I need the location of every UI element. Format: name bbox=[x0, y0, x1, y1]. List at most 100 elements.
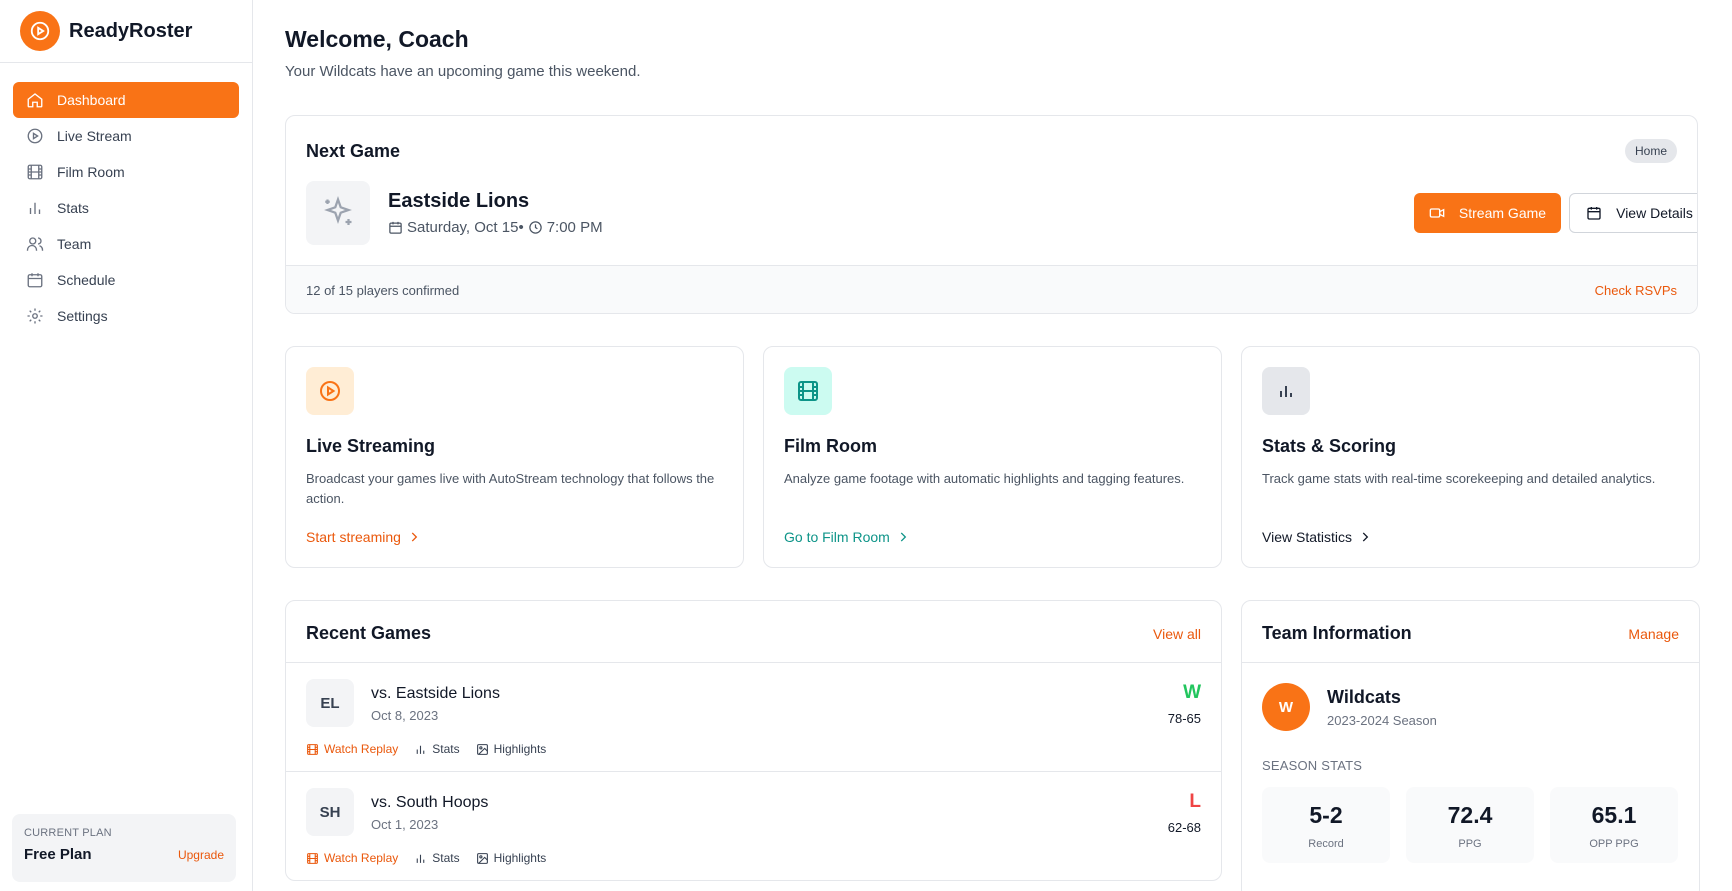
brand[interactable]: ReadyRoster bbox=[0, 0, 252, 63]
game-time: 7:00 PM bbox=[546, 219, 603, 236]
main-content: Welcome, Coach Your Wildcats have an upc… bbox=[253, 0, 1732, 891]
view-all-link[interactable]: View all bbox=[1153, 626, 1201, 642]
feature-link-label: Start streaming bbox=[306, 529, 401, 545]
upgrade-link[interactable]: Upgrade bbox=[178, 848, 224, 862]
recent-games-header: Recent Games View all bbox=[286, 601, 1221, 663]
stream-game-button[interactable]: Stream Game bbox=[1414, 193, 1561, 233]
opponent-avatar: EL bbox=[306, 679, 354, 727]
chevron-right-icon bbox=[411, 532, 418, 542]
app-name: ReadyRoster bbox=[69, 19, 193, 42]
sidebar-nav: Dashboard Live Stream Film Room Stats Te… bbox=[0, 63, 252, 334]
game-row[interactable]: SH vs. South Hoops Oct 1, 2023 L 62-68 W… bbox=[286, 772, 1221, 880]
feature-card-film-room: Film Room Analyze game footage with auto… bbox=[763, 346, 1222, 568]
calendar-icon bbox=[1587, 207, 1601, 220]
home-badge: Home bbox=[1624, 139, 1677, 163]
watch-replay-label: Watch Replay bbox=[324, 742, 399, 756]
team-information-card: Team Information Manage W Wildcats 2023-… bbox=[1241, 600, 1700, 891]
highlights-button[interactable]: Highlights bbox=[476, 851, 547, 865]
play-circle-icon bbox=[306, 367, 354, 415]
game-row[interactable]: EL vs. Eastside Lions Oct 8, 2023 W 78-6… bbox=[286, 663, 1221, 772]
next-game-card: Next Game Home Eastside Lions Saturday, … bbox=[285, 115, 1698, 314]
stat-label: Record bbox=[1308, 838, 1344, 850]
feature-description: Analyze game footage with automatic high… bbox=[784, 471, 1185, 486]
view-details-button[interactable]: View Details bbox=[1569, 193, 1697, 233]
stat-label: OPP PPG bbox=[1589, 838, 1639, 850]
game-stats-button[interactable]: Stats bbox=[414, 851, 460, 865]
game-date: Saturday, Oct 15• bbox=[407, 219, 524, 236]
sidebar-item-label: Settings bbox=[57, 308, 108, 324]
film-icon bbox=[784, 367, 832, 415]
feature-title: Film Room bbox=[784, 436, 877, 456]
stat-label: PPG bbox=[1458, 838, 1482, 850]
sidebar-item-label: Dashboard bbox=[57, 92, 126, 108]
game-actions: Watch Replay Stats Highlights bbox=[306, 851, 562, 865]
chevron-right-icon bbox=[900, 532, 907, 542]
watch-replay-button[interactable]: Watch Replay bbox=[306, 742, 398, 756]
stat-value: 65.1 bbox=[1591, 802, 1637, 828]
play-circle-icon bbox=[25, 126, 45, 146]
stats-label: Stats bbox=[432, 742, 460, 756]
stat-opp-ppg: 65.1 OPP PPG bbox=[1550, 787, 1678, 863]
manage-link[interactable]: Manage bbox=[1628, 626, 1679, 642]
sidebar-item-label: Schedule bbox=[57, 272, 116, 288]
feature-link-label: Go to Film Room bbox=[784, 529, 890, 545]
film-icon bbox=[307, 743, 318, 755]
film-icon bbox=[307, 852, 318, 864]
bar-chart-icon bbox=[416, 854, 425, 863]
team-name: Wildcats bbox=[1327, 687, 1401, 707]
sidebar-item-team[interactable]: Team bbox=[13, 226, 239, 262]
feature-card-stats-scoring: Stats & Scoring Track game stats with re… bbox=[1241, 346, 1700, 568]
season-stats-caption: SEASON STATS bbox=[1262, 758, 1363, 773]
sidebar-item-film-room[interactable]: Film Room bbox=[13, 154, 239, 190]
gear-icon bbox=[25, 306, 45, 326]
start-streaming-link[interactable]: Start streaming bbox=[306, 529, 421, 545]
game-actions: Watch Replay Stats Highlights bbox=[306, 742, 562, 756]
sidebar-item-dashboard[interactable]: Dashboard bbox=[13, 82, 239, 118]
feature-description: Track game stats with real-time scorekee… bbox=[1262, 471, 1656, 486]
next-game-title: Next Game bbox=[306, 141, 401, 161]
bar-chart-icon bbox=[25, 198, 45, 218]
sidebar-item-settings[interactable]: Settings bbox=[13, 298, 239, 334]
image-icon bbox=[476, 743, 488, 755]
team-info-title: Team Information bbox=[1262, 623, 1412, 643]
watch-replay-button[interactable]: Watch Replay bbox=[306, 851, 398, 865]
game-result: L bbox=[1189, 791, 1201, 812]
view-statistics-link[interactable]: View Statistics bbox=[1262, 529, 1372, 545]
sidebar-item-schedule[interactable]: Schedule bbox=[13, 262, 239, 298]
recent-games-title: Recent Games bbox=[306, 623, 432, 643]
feature-card-live-streaming: Live Streaming Broadcast your games live… bbox=[285, 346, 744, 568]
users-icon bbox=[25, 234, 45, 254]
game-stats-button[interactable]: Stats bbox=[414, 742, 460, 756]
watch-replay-label: Watch Replay bbox=[324, 851, 399, 865]
sidebar-item-live-stream[interactable]: Live Stream bbox=[13, 118, 239, 154]
season-stats: 5-2 Record 72.4 PPG 65.1 OPP PPG bbox=[1262, 787, 1678, 863]
stat-value: 72.4 bbox=[1447, 802, 1493, 828]
video-icon bbox=[1429, 208, 1445, 218]
go-to-film-room-link[interactable]: Go to Film Room bbox=[784, 529, 910, 545]
calendar-icon bbox=[389, 221, 402, 234]
page-title: Welcome, Coach bbox=[285, 26, 469, 52]
sidebar-item-stats[interactable]: Stats bbox=[13, 190, 239, 226]
chevron-right-icon bbox=[1362, 532, 1369, 542]
plan-name: Free Plan bbox=[24, 846, 92, 863]
recent-games-card: Recent Games View all EL vs. Eastside Li… bbox=[285, 600, 1222, 881]
stat-value: 5-2 bbox=[1309, 802, 1343, 828]
game-date: Oct 1, 2023 bbox=[371, 817, 439, 832]
stats-label: Stats bbox=[432, 851, 460, 865]
page-subtitle: Your Wildcats have an upcoming game this… bbox=[285, 63, 641, 80]
game-opponent: vs. Eastside Lions bbox=[371, 685, 500, 702]
opponent-name: Eastside Lions bbox=[388, 190, 530, 212]
plan-caption: CURRENT PLAN bbox=[24, 827, 112, 839]
logo-play-icon bbox=[20, 11, 60, 51]
game-date: Oct 8, 2023 bbox=[371, 708, 439, 723]
feature-title: Stats & Scoring bbox=[1262, 436, 1397, 456]
opponent-avatar: SH bbox=[306, 788, 354, 836]
sidebar: ReadyRoster Dashboard Live Stream Film R… bbox=[0, 0, 253, 891]
check-rsvps-link[interactable]: Check RSVPs bbox=[1595, 283, 1677, 298]
highlights-label: Highlights bbox=[493, 851, 547, 865]
game-score: 78-65 bbox=[1167, 711, 1201, 726]
stream-game-label: Stream Game bbox=[1458, 205, 1547, 221]
highlights-button[interactable]: Highlights bbox=[476, 742, 547, 756]
highlights-label: Highlights bbox=[493, 742, 547, 756]
game-datetime: Saturday, Oct 15• 7:00 PM bbox=[388, 219, 603, 236]
